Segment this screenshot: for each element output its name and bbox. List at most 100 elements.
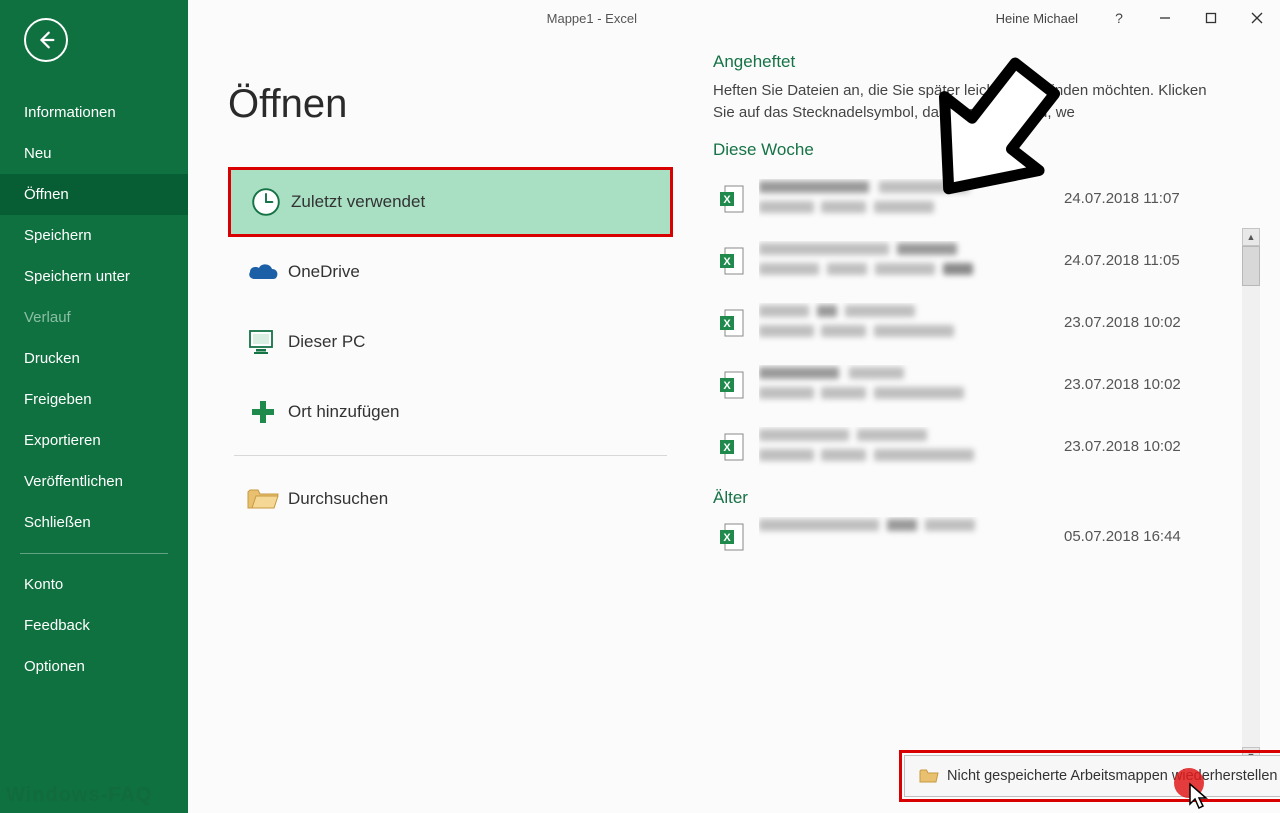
sidebar-item-label: Veröffentlichen <box>24 473 123 490</box>
sidebar-item-label: Drucken <box>24 350 80 367</box>
svg-text:X: X <box>723 256 731 268</box>
sidebar-item-new[interactable]: Neu <box>0 133 188 174</box>
location-recent[interactable]: Zuletzt verwendet <box>228 167 673 237</box>
excel-file-icon: X <box>719 246 745 276</box>
file-name-redacted <box>759 241 1050 281</box>
location-divider <box>234 455 667 456</box>
folder-icon <box>246 486 280 512</box>
thisweek-heading: Diese Woche <box>713 140 1224 160</box>
recent-file-row[interactable]: X 24.07.2018 11:07 <box>713 168 1224 230</box>
location-label: Zuletzt verwendet <box>291 192 425 212</box>
location-thispc[interactable]: Dieser PC <box>228 307 673 377</box>
sidebar-item-publish[interactable]: Veröffentlichen <box>0 461 188 502</box>
recent-file-row[interactable]: X 23.07.2018 10:02 <box>713 292 1224 354</box>
svg-text:X: X <box>723 380 731 392</box>
sidebar-item-label: Optionen <box>24 658 85 675</box>
sidebar-item-label: Verlauf <box>24 309 71 326</box>
main-area: Mappe1 - Excel Heine Michael ? Öffnen <box>188 0 1280 813</box>
location-label: Durchsuchen <box>288 489 388 509</box>
sidebar-item-label: Speichern unter <box>24 268 130 285</box>
folder-icon <box>919 768 939 784</box>
maximize-button[interactable] <box>1188 3 1234 33</box>
excel-file-icon: X <box>719 522 745 552</box>
file-date: 05.07.2018 16:44 <box>1064 528 1224 545</box>
sidebar-item-label: Öffnen <box>24 186 69 203</box>
cloud-icon <box>246 261 280 283</box>
sidebar-item-feedback[interactable]: Feedback <box>0 605 188 646</box>
help-button[interactable]: ? <box>1096 3 1142 33</box>
close-button[interactable] <box>1234 3 1280 33</box>
sidebar-item-label: Konto <box>24 576 63 593</box>
file-date: 24.07.2018 11:05 <box>1064 252 1224 269</box>
location-label: Ort hinzufügen <box>288 402 400 422</box>
sidebar-item-open[interactable]: Öffnen <box>0 174 188 215</box>
file-name-redacted <box>759 365 1050 405</box>
arrow-left-icon <box>35 29 57 51</box>
sidebar-item-label: Speichern <box>24 227 92 244</box>
recover-unsaved-button[interactable]: Nicht gespeicherte Arbeitsmappen wiederh… <box>904 755 1280 797</box>
location-label: OneDrive <box>288 262 360 282</box>
clock-icon <box>250 186 282 218</box>
svg-text:X: X <box>723 318 731 330</box>
panel-scrollbar[interactable]: ▲ ▼ <box>1242 228 1260 765</box>
sidebar-item-label: Feedback <box>24 617 90 634</box>
location-label: Dieser PC <box>288 332 365 352</box>
watermark-text: Windows-FAQ <box>6 784 152 807</box>
scroll-thumb[interactable] <box>1242 246 1260 286</box>
recent-file-row[interactable]: X 23.07.2018 10:02 <box>713 354 1224 416</box>
recent-file-row[interactable]: X 05.07.2018 16:44 <box>713 516 1224 558</box>
sidebar-item-label: Freigeben <box>24 391 92 408</box>
sidebar-divider <box>20 553 168 554</box>
help-icon: ? <box>1115 10 1123 26</box>
recent-file-row[interactable]: X 23.07.2018 10:02 <box>713 416 1224 478</box>
svg-text:X: X <box>723 442 731 454</box>
minimize-icon <box>1159 12 1171 24</box>
file-date: 24.07.2018 11:07 <box>1064 190 1224 207</box>
sidebar-item-label: Exportieren <box>24 432 101 449</box>
sidebar-item-label: Schließen <box>24 514 91 531</box>
backstage-sidebar: Informationen Neu Öffnen Speichern Speic… <box>0 0 188 813</box>
sidebar-item-saveas[interactable]: Speichern unter <box>0 256 188 297</box>
plus-icon <box>249 398 277 426</box>
sidebar-item-options[interactable]: Optionen <box>0 646 188 687</box>
user-name[interactable]: Heine Michael <box>996 11 1078 26</box>
file-name-redacted <box>759 303 1050 343</box>
sidebar-item-label: Informationen <box>24 104 116 121</box>
page-title: Öffnen <box>228 82 673 127</box>
file-date: 23.07.2018 10:02 <box>1064 438 1224 455</box>
excel-file-icon: X <box>719 184 745 214</box>
scroll-up-button[interactable]: ▲ <box>1242 228 1260 246</box>
sidebar-item-save[interactable]: Speichern <box>0 215 188 256</box>
sidebar-item-info[interactable]: Informationen <box>0 92 188 133</box>
excel-file-icon: X <box>719 370 745 400</box>
excel-file-icon: X <box>719 308 745 338</box>
sidebar-item-history: Verlauf <box>0 297 188 338</box>
file-name-redacted <box>759 517 1050 557</box>
close-icon <box>1251 12 1263 24</box>
sidebar-item-label: Neu <box>24 145 52 162</box>
sidebar-item-close[interactable]: Schließen <box>0 502 188 543</box>
file-date: 23.07.2018 10:02 <box>1064 314 1224 331</box>
file-date: 23.07.2018 10:02 <box>1064 376 1224 393</box>
excel-file-icon: X <box>719 432 745 462</box>
maximize-icon <box>1205 12 1217 24</box>
recent-file-row[interactable]: X 24.07.2018 11:05 <box>713 230 1224 292</box>
location-addplace[interactable]: Ort hinzufügen <box>228 377 673 447</box>
computer-icon <box>247 328 279 356</box>
location-onedrive[interactable]: OneDrive <box>228 237 673 307</box>
sidebar-item-export[interactable]: Exportieren <box>0 420 188 461</box>
sidebar-item-print[interactable]: Drucken <box>0 338 188 379</box>
sidebar-item-account[interactable]: Konto <box>0 564 188 605</box>
pinned-heading: Angeheftet <box>713 52 1224 72</box>
svg-text:X: X <box>723 532 731 544</box>
window-title: Mappe1 - Excel <box>188 11 996 26</box>
titlebar: Mappe1 - Excel Heine Michael ? <box>188 0 1280 36</box>
back-button[interactable] <box>24 18 68 62</box>
sidebar-item-share[interactable]: Freigeben <box>0 379 188 420</box>
svg-text:X: X <box>723 194 731 206</box>
pinned-help-text: Heften Sie Dateien an, die Sie später le… <box>713 80 1224 124</box>
recover-button-label: Nicht gespeicherte Arbeitsmappen wiederh… <box>947 768 1277 784</box>
location-browse[interactable]: Durchsuchen <box>228 464 673 534</box>
older-heading: Älter <box>713 488 1224 508</box>
minimize-button[interactable] <box>1142 3 1188 33</box>
